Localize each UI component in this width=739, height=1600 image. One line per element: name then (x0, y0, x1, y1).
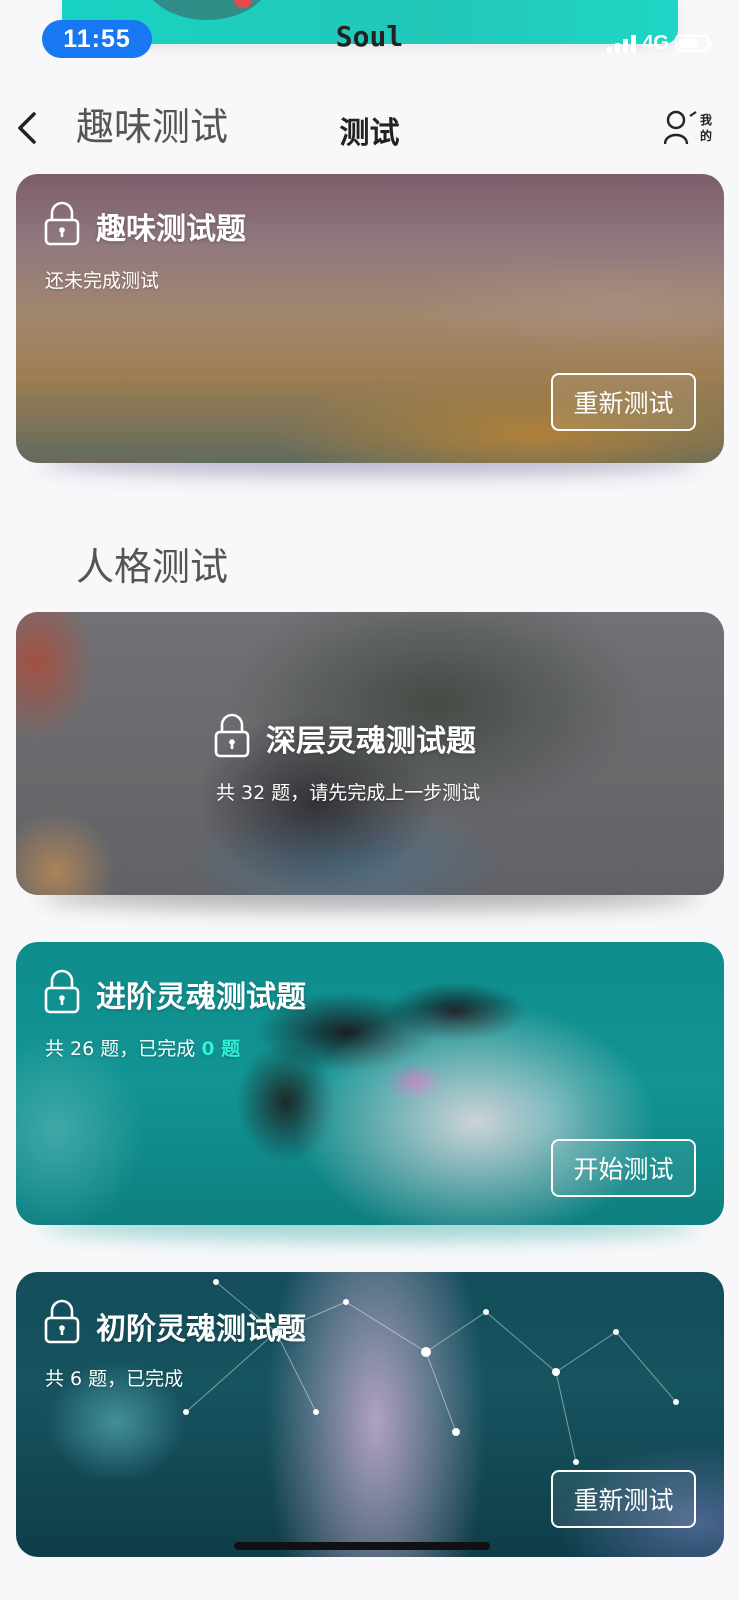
section-heading-personality: 人格测试 (76, 545, 229, 589)
lock-icon (44, 969, 80, 1014)
card-title: 深层灵魂测试题 (266, 724, 476, 759)
card-title: 进阶灵魂测试题 (96, 980, 306, 1015)
network-type: 4G (642, 32, 669, 54)
card-subtitle: 共 6 题，已完成 (45, 1368, 184, 1390)
card-subtitle: 还未完成测试 (45, 270, 160, 292)
retest-button[interactable]: 重新测试 (551, 373, 696, 431)
retest-button[interactable]: 重新测试 (551, 1470, 696, 1528)
signal-icon (607, 34, 637, 53)
banner-art (142, 0, 272, 20)
lock-icon (44, 1299, 80, 1344)
lock-icon (44, 201, 80, 246)
start-test-button[interactable]: 开始测试 (551, 1139, 696, 1197)
card-title: 趣味测试题 (96, 212, 246, 247)
card-subtitle: 共 26 题，已完成 0 题 (45, 1034, 240, 1061)
card-subtitle: 共 32 题，请先完成上一步测试 (216, 782, 481, 804)
mine-label[interactable]: 我的 (700, 112, 714, 144)
progress-prefix: 共 26 题，已完成 (45, 1038, 196, 1060)
fun-test-card[interactable]: 趣味测试题 还未完成测试 重新测试 (16, 174, 724, 463)
deep-soul-test-card[interactable]: 深层灵魂测试题 共 32 题，请先完成上一步测试 (16, 612, 724, 895)
status-indicators: 4G (607, 32, 712, 55)
completed-count: 0 题 (201, 1038, 241, 1060)
battery-icon (675, 35, 712, 52)
lock-icon (214, 713, 250, 758)
card-title: 初阶灵魂测试题 (96, 1312, 306, 1347)
beginner-soul-test-card[interactable]: 初阶灵魂测试题 共 6 题，已完成 重新测试 (16, 1272, 724, 1557)
home-indicator (234, 1542, 490, 1550)
advanced-soul-test-card[interactable]: 进阶灵魂测试题 共 26 题，已完成 0 题 开始测试 (16, 942, 724, 1225)
page-title: 测试 (339, 116, 400, 151)
